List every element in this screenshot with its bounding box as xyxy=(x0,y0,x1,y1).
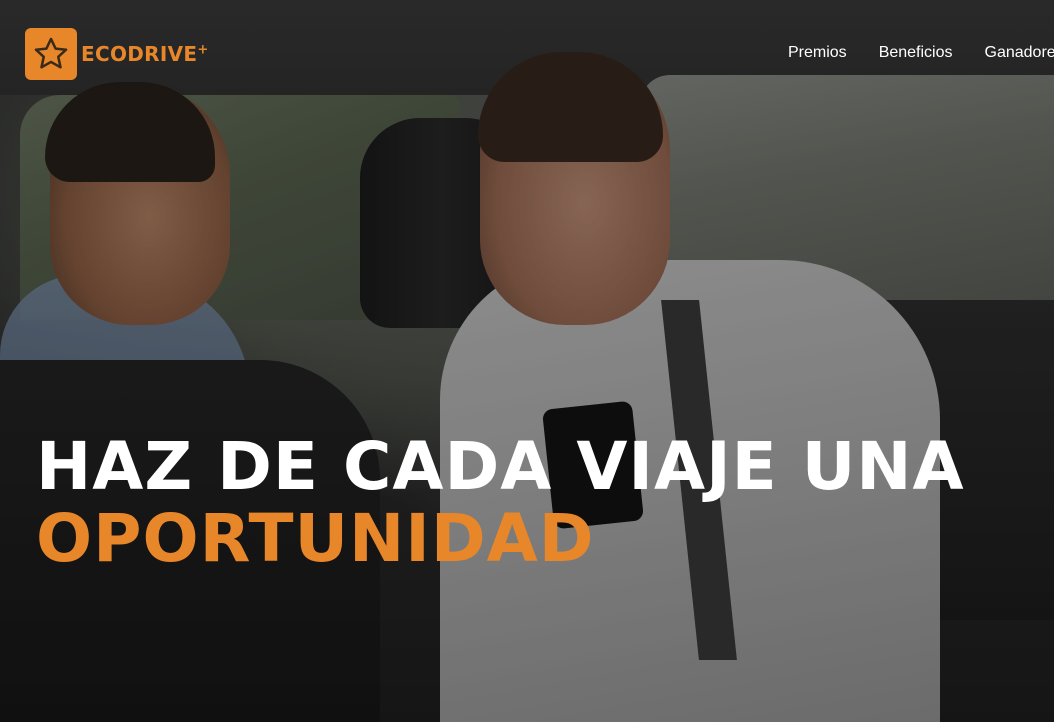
nav-link-ganadores[interactable]: Ganadores xyxy=(985,44,1054,62)
hero-headline: HAZ DE CADA VIAJE UNA OPORTUNIDAD xyxy=(36,431,965,575)
main-nav: Premios Beneficios Ganadores xyxy=(788,44,1054,62)
brand-logo[interactable]: ECODRIVE+ xyxy=(25,28,209,80)
nav-link-beneficios[interactable]: Beneficios xyxy=(879,44,953,62)
nav-link-premios[interactable]: Premios xyxy=(788,44,847,62)
brand-name-text: ECODRIVE xyxy=(81,42,198,66)
site-header: ECODRIVE+ Premios Beneficios Ganadores xyxy=(0,0,1054,100)
brand-suffix: + xyxy=(197,42,209,58)
logo-badge xyxy=(25,28,77,80)
hero-section: ECODRIVE+ Premios Beneficios Ganadores H… xyxy=(0,0,1054,722)
dark-overlay xyxy=(0,0,1054,722)
headline-line-2: OPORTUNIDAD xyxy=(36,500,595,578)
star-icon xyxy=(34,37,68,69)
brand-name: ECODRIVE+ xyxy=(81,42,209,66)
headline-line-1: HAZ DE CADA VIAJE UNA xyxy=(36,428,965,506)
